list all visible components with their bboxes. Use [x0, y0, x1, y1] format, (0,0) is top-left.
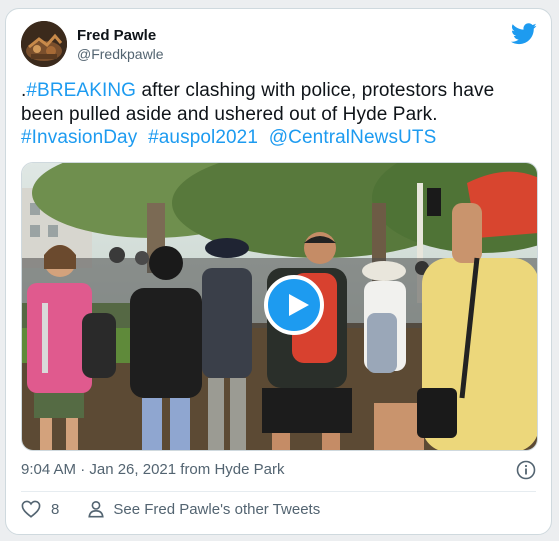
info-icon[interactable] [516, 460, 536, 480]
see-other-tweets-label: See Fred Pawle's other Tweets [113, 500, 321, 518]
person-icon [88, 500, 104, 518]
mention-centralnewsuts[interactable]: @CentralNewsUTS [269, 127, 437, 148]
avatar-image [21, 21, 67, 67]
heart-icon [21, 500, 41, 518]
see-other-tweets-link[interactable]: See Fred Pawle's other Tweets [87, 500, 320, 518]
video-player[interactable] [21, 162, 538, 451]
avatar[interactable] [21, 21, 67, 67]
hashtag-invasionday[interactable]: #InvasionDay [21, 127, 137, 148]
play-icon [289, 294, 309, 316]
divider [21, 491, 536, 492]
like-button[interactable]: 8 [21, 500, 59, 518]
tweet-text: .#BREAKING after clashing with police, p… [21, 79, 536, 150]
author-handle[interactable]: @Fredkpawle [77, 46, 164, 62]
tweet-timestamp[interactable]: 9:04 AM · Jan 26, 2021 from Hyde Park [21, 461, 284, 478]
tweet-card: Fred Pawle @Fredkpawle .#BREAKING after … [5, 8, 552, 535]
hashtag-breaking[interactable]: #BREAKING [26, 80, 136, 101]
author-name[interactable]: Fred Pawle [77, 27, 156, 44]
play-button[interactable] [264, 275, 324, 335]
twitter-bird-icon[interactable] [510, 23, 537, 45]
like-count: 8 [51, 500, 60, 518]
tweet-actions: 8 See Fred Pawle's other Tweets [21, 500, 320, 518]
hashtag-auspol2021[interactable]: #auspol2021 [148, 127, 258, 148]
